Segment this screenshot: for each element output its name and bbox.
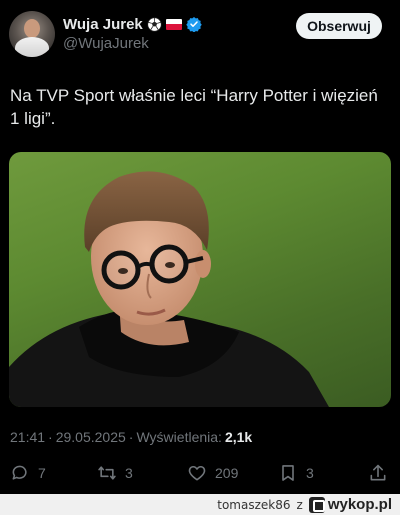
- poland-flag-icon: [165, 18, 182, 30]
- share-icon: [370, 464, 386, 481]
- views-label: Wyświetlenia:: [136, 429, 222, 445]
- tweet-card: Wuja Jurek @WujaJurek Obserwuj Na TVP Sp…: [0, 0, 400, 494]
- reply-icon: [12, 465, 27, 480]
- share-button[interactable]: [368, 460, 388, 486]
- repost-icon: [98, 466, 116, 480]
- wykop-logo-icon: [308, 496, 325, 513]
- author-name-row: Wuja Jurek: [63, 14, 202, 34]
- views-count: 2,1k: [224, 429, 253, 445]
- watermark-site: wykop.pl: [327, 496, 392, 513]
- tweet-time[interactable]: 21:41: [10, 429, 45, 445]
- meta-separator: ·: [48, 429, 53, 445]
- tweet-date[interactable]: 29.05.2025: [56, 429, 126, 445]
- heart-icon: [188, 465, 206, 481]
- reply-button[interactable]: 7: [10, 460, 46, 486]
- avatar[interactable]: [9, 11, 55, 57]
- repost-button[interactable]: 3: [97, 460, 133, 486]
- verified-icon: [186, 16, 202, 33]
- bookmark-count: 3: [306, 465, 314, 481]
- tweet-text: Na TVP Sport właśnie leci “Harry Potter …: [10, 86, 378, 128]
- author-handle[interactable]: @WujaJurek: [63, 35, 149, 52]
- like-count: 209: [215, 465, 239, 481]
- tweet-photo-illustration: [9, 171, 329, 407]
- meta-separator-2: ·: [128, 429, 134, 445]
- bookmark-button[interactable]: 3: [278, 460, 314, 486]
- tweet-meta: 21:41 · 29.05.2025 · Wyświetlenia: 2,1k: [10, 429, 252, 445]
- like-button[interactable]: 209: [187, 460, 238, 486]
- avatar-shirt: [15, 37, 49, 57]
- soccer-ball-icon: [147, 16, 162, 32]
- repost-count: 3: [125, 465, 133, 481]
- avatar-head: [24, 19, 40, 38]
- bookmark-icon: [282, 465, 294, 481]
- author-display-name[interactable]: Wuja Jurek: [63, 16, 143, 33]
- watermark-user: tomaszek86: [217, 497, 291, 512]
- watermark-z: z: [296, 497, 303, 512]
- tweet-actions: 7 3 209 3: [0, 460, 400, 486]
- follow-button[interactable]: Obserwuj: [296, 13, 382, 39]
- wykop-watermark: tomaszek86 z wykop.pl: [0, 494, 400, 515]
- wykop-logo: wykop.pl: [308, 496, 392, 513]
- reply-count: 7: [38, 465, 46, 481]
- tweet-image[interactable]: [9, 152, 391, 407]
